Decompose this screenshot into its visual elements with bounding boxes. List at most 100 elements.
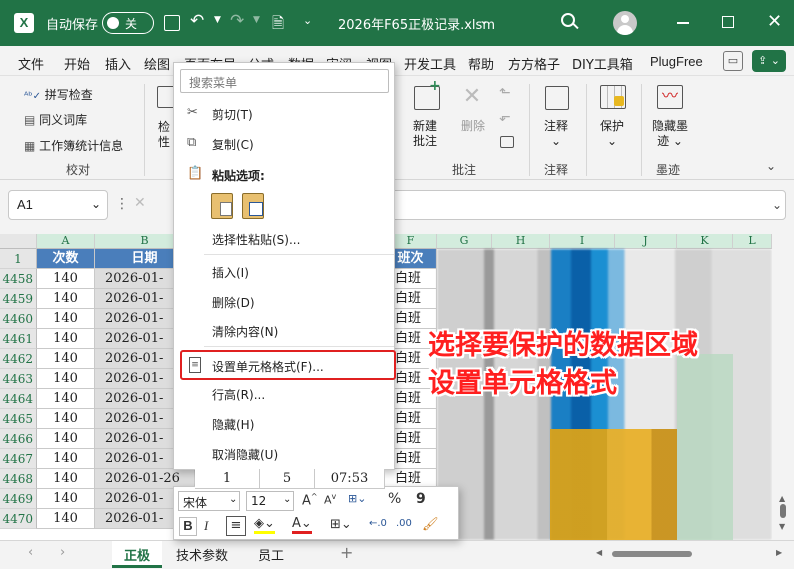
- header-cell-count[interactable]: 次数: [37, 249, 95, 269]
- cell-count[interactable]: 140: [37, 349, 95, 369]
- cell-count[interactable]: 140: [37, 289, 95, 309]
- next-comment-icon[interactable]: ⬐: [499, 109, 511, 125]
- hscroll-thumb[interactable]: [612, 551, 692, 557]
- select-all-corner[interactable]: [0, 234, 37, 249]
- share-button[interactable]: ⇪ ⌄: [752, 50, 786, 72]
- new-comment-button[interactable]: 新建 批注: [413, 119, 437, 149]
- cell-count[interactable]: 140: [37, 449, 95, 469]
- cell-count[interactable]: 140: [37, 269, 95, 289]
- tab-insert[interactable]: 插入: [105, 54, 131, 73]
- cell-e[interactable]: 07:53: [315, 469, 385, 489]
- menu-item-unhide[interactable]: 取消隐藏(U): [174, 441, 394, 467]
- avatar[interactable]: [613, 11, 637, 35]
- row-header[interactable]: 4462: [0, 349, 37, 369]
- menu-item-format-cells[interactable]: ≡ 设置单元格格式(F)...: [180, 350, 396, 380]
- delete-comment-button[interactable]: 删除: [461, 119, 485, 134]
- comma-style-button[interactable]: 9: [416, 491, 426, 507]
- tab-draw[interactable]: 绘图: [144, 54, 170, 73]
- prev-sheet-icon[interactable]: ‹: [28, 545, 33, 560]
- title-chevron-down-icon[interactable]: ⌄: [479, 13, 489, 27]
- cell-count[interactable]: 140: [37, 509, 95, 529]
- decrease-decimal-icon[interactable]: ←.0: [369, 518, 387, 529]
- cell-count[interactable]: 140: [37, 369, 95, 389]
- format-painter-icon[interactable]: 🖌: [422, 517, 439, 532]
- paste-default-icon[interactable]: [211, 193, 233, 219]
- scroll-down-icon[interactable]: ▼: [779, 522, 785, 531]
- row-header[interactable]: 4459: [0, 289, 37, 309]
- add-sheet-icon[interactable]: +: [340, 543, 353, 562]
- row-header[interactable]: 4468: [0, 469, 37, 489]
- tab-file[interactable]: 文件: [18, 54, 44, 73]
- name-box[interactable]: A1 ⌄: [8, 190, 108, 220]
- hide-ink-button[interactable]: 隐藏墨迹 ⌄: [652, 119, 688, 149]
- collapse-ribbon-icon[interactable]: ⌄: [766, 159, 776, 173]
- hscroll-right-icon[interactable]: ▶: [776, 548, 782, 557]
- column-header-l[interactable]: L: [733, 234, 772, 249]
- percent-button[interactable]: %: [388, 491, 401, 507]
- file-title[interactable]: 2026年F65正极记录.xlsm: [338, 14, 495, 33]
- maximize-icon[interactable]: [722, 16, 734, 28]
- tab-fangfang[interactable]: 方方格子: [508, 54, 560, 73]
- menu-item-delete[interactable]: 删除(D): [174, 289, 394, 315]
- increase-decimal-icon[interactable]: .00: [396, 518, 412, 529]
- menu-item-insert[interactable]: 插入(I): [174, 259, 394, 285]
- borders-icon[interactable]: ⊞⌄: [330, 517, 352, 532]
- column-header-k[interactable]: K: [677, 234, 733, 249]
- fill-color-icon[interactable]: ◈⌄: [254, 517, 275, 534]
- column-header-g[interactable]: G: [437, 234, 492, 249]
- row-header[interactable]: 4465: [0, 409, 37, 429]
- menu-item-row-height[interactable]: 行高(R)...: [174, 381, 394, 407]
- cell-count[interactable]: 140: [37, 489, 95, 509]
- tab-diy-toolbox[interactable]: DIY工具箱: [572, 54, 633, 73]
- row-header[interactable]: 4469: [0, 489, 37, 509]
- menu-item-clear-contents[interactable]: 清除内容(N): [174, 318, 394, 344]
- column-header-i[interactable]: I: [550, 234, 615, 249]
- row-header[interactable]: 4458: [0, 269, 37, 289]
- column-header-a[interactable]: A: [37, 234, 95, 249]
- row-header[interactable]: 4466: [0, 429, 37, 449]
- column-header-h[interactable]: H: [492, 234, 550, 249]
- row-header[interactable]: 4463: [0, 369, 37, 389]
- customize-qat-icon[interactable]: ⌄: [303, 14, 312, 27]
- decrease-font-icon[interactable]: Av: [324, 492, 336, 507]
- font-name-select[interactable]: 宋体 ⌄: [178, 491, 240, 511]
- menu-item-hide[interactable]: 隐藏(H): [174, 411, 394, 437]
- column-header-j[interactable]: J: [615, 234, 677, 249]
- font-size-select[interactable]: 12 ⌄: [246, 491, 294, 511]
- save-icon[interactable]: [164, 15, 180, 31]
- autosave-toggle[interactable]: 关: [102, 12, 154, 34]
- tab-developer[interactable]: 开发工具: [404, 54, 456, 73]
- undo-icon[interactable]: ↶: [190, 11, 204, 31]
- row-header[interactable]: 4461: [0, 329, 37, 349]
- protect-button[interactable]: 保护 ⌄: [600, 119, 624, 149]
- undo-dropdown-icon[interactable]: ▼: [214, 15, 221, 25]
- previous-comment-icon[interactable]: ⬑: [499, 85, 511, 101]
- cell-count[interactable]: 140: [37, 409, 95, 429]
- row-header[interactable]: 4470: [0, 509, 37, 529]
- next-sheet-icon[interactable]: ›: [60, 545, 65, 560]
- file-icon[interactable]: 🗎: [272, 13, 284, 38]
- thesaurus-button[interactable]: ▤ 同义词库: [24, 111, 87, 128]
- number-format-icon[interactable]: ⊞⌄: [348, 492, 366, 505]
- align-center-icon[interactable]: ≡: [226, 516, 246, 536]
- cell-count[interactable]: 140: [37, 389, 95, 409]
- increase-font-icon[interactable]: A^: [302, 492, 318, 508]
- font-color-icon[interactable]: A⌄: [292, 517, 312, 534]
- cell-count[interactable]: 140: [37, 329, 95, 349]
- cell-count[interactable]: 140: [37, 469, 95, 489]
- name-box-chevron-down-icon[interactable]: ⌄: [91, 197, 101, 211]
- accessibility-label-partial[interactable]: 检性: [158, 120, 170, 150]
- paste-values-icon[interactable]: [242, 193, 264, 219]
- italic-button[interactable]: I: [204, 518, 208, 534]
- expand-formula-bar-icon[interactable]: ⌄: [772, 198, 782, 212]
- menu-item-cut[interactable]: ✂ 剪切(T): [174, 101, 394, 127]
- cell-count[interactable]: 140: [37, 309, 95, 329]
- row-header[interactable]: 4464: [0, 389, 37, 409]
- show-comments-icon[interactable]: [500, 136, 514, 148]
- row-header[interactable]: 4460: [0, 309, 37, 329]
- cancel-entry-icon[interactable]: ✕: [134, 195, 146, 211]
- row-header[interactable]: 1: [0, 249, 37, 269]
- redo-dropdown-icon[interactable]: ▼: [253, 15, 260, 25]
- menu-search-input[interactable]: 搜索菜单: [180, 69, 389, 93]
- redo-icon[interactable]: ↷: [230, 11, 244, 31]
